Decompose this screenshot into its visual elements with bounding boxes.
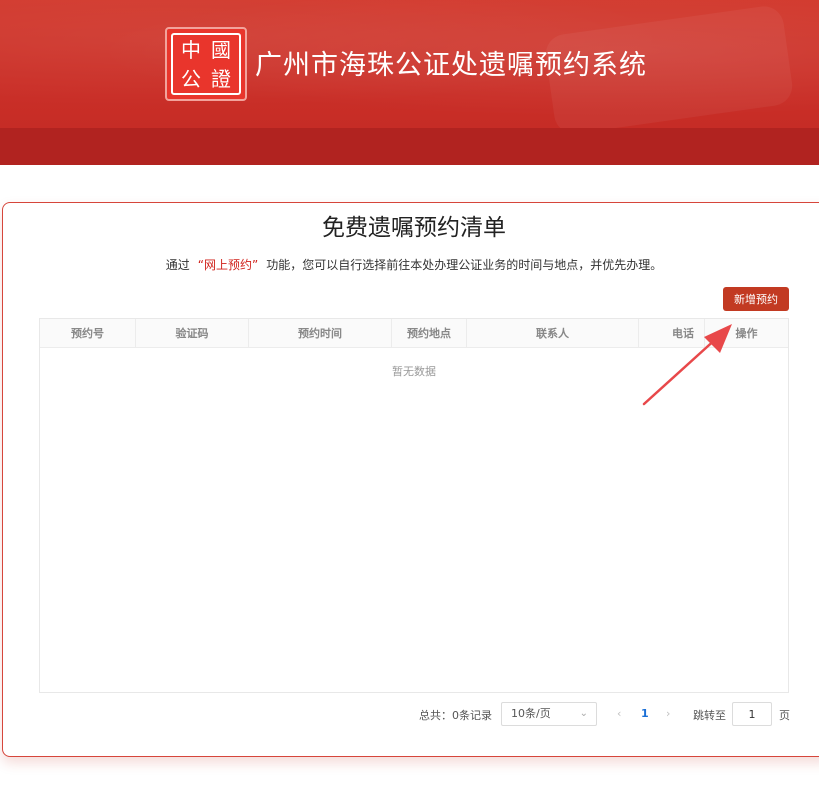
jump-to-label: 跳转至 [693, 709, 726, 722]
column-header-contact: 联系人 [467, 319, 639, 348]
jump-to-page-input[interactable] [732, 702, 772, 726]
column-header-appointment-time: 预约时间 [249, 319, 392, 348]
column-header-verification-code: 验证码 [136, 319, 249, 348]
page-unit-label: 页 [779, 709, 790, 722]
chevron-down-icon: ⌄ [579, 708, 588, 719]
seal-char: 國 [211, 37, 231, 62]
page-description: 通过 “网上预约” 功能，您可以自行选择前往本处办理公证业务的时间与地点，并优先办理… [0, 256, 819, 274]
description-suffix: 功能，您可以自行选择前往本处办理公证业务的时间与地点，并优先办理。 [266, 258, 663, 272]
page-title: 免费遗嘱预约清单 [322, 215, 506, 241]
seal-icon: 中 國 公 證 [171, 33, 241, 95]
online-booking-highlight: “网上预约” [197, 258, 259, 272]
banner-bottom-band [0, 128, 819, 165]
page-size-select[interactable]: 10条/页 ⌄ [501, 702, 597, 726]
page-size-value: 10条/页 [511, 707, 551, 720]
pagination: 总共：0条记录 10条/页 ⌄ ‹ 1 › 跳转至 页 [0, 702, 819, 726]
notary-seal-logo: 中 國 公 證 [165, 27, 247, 101]
next-page-icon[interactable]: › [666, 707, 670, 720]
total-records: 总共：0条记录 [419, 709, 492, 722]
system-title: 广州市海珠公证处遗嘱预约系统 [255, 50, 647, 81]
seal-char: 證 [211, 66, 231, 91]
seal-char: 公 [181, 66, 201, 91]
column-header-appointment-no: 预约号 [40, 319, 136, 348]
description-prefix: 通过 [165, 258, 190, 272]
annotation-arrow-icon [642, 324, 732, 406]
column-header-appointment-location: 预约地点 [392, 319, 467, 348]
add-appointment-button[interactable]: 新增预约 [723, 287, 789, 311]
prev-page-icon[interactable]: ‹ [617, 707, 621, 720]
page-number-current[interactable]: 1 [641, 707, 649, 720]
seal-char: 中 [181, 37, 201, 62]
